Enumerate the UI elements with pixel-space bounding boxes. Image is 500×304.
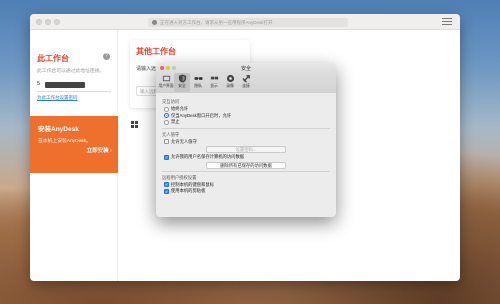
privacy-icon: [193, 77, 203, 80]
set-password-button[interactable]: 设置密码...: [206, 146, 286, 153]
security-icon: [178, 74, 186, 83]
tab-label: 用户界面: [158, 84, 174, 88]
help-icon[interactable]: ?: [103, 53, 110, 60]
desk-id: 5: [37, 81, 41, 87]
tab-connection[interactable]: 连接: [238, 73, 254, 92]
window-controls: [36, 19, 60, 25]
tab-display[interactable]: 显示: [206, 73, 222, 92]
tab-recording[interactable]: 录像: [222, 73, 238, 92]
tab-label: 隐私: [194, 84, 202, 88]
display-icon: [210, 76, 218, 80]
set-password-link[interactable]: 为此工作台设置密码: [37, 95, 78, 101]
grid-view-icon[interactable]: [131, 121, 138, 128]
clear-saved-data-button[interactable]: 删除所有已保存的访问数据: [206, 161, 286, 169]
security-settings-body: 交互访问 始终允许 仅当AnyDesk窗口开启时，允许 禁止 无人值守 允许无人…: [156, 93, 336, 198]
permission-clipboard[interactable]: ✓ 使用本机的剪贴板: [162, 188, 330, 195]
user-interface-icon: [162, 75, 170, 82]
option-label: 始终允许: [171, 106, 189, 112]
address-text: 正在进入对方工作台，请求从另一应用程序AnyDesk打开: [160, 19, 273, 25]
tab-label: 录像: [226, 84, 234, 88]
option-label: 允许我的用户名保存计算机的访问数据: [171, 154, 245, 160]
tab-label: 连接: [242, 84, 250, 88]
checkbox[interactable]: ✓: [164, 154, 169, 160]
install-promo: 安装AnyDesk 在本机上安装AnyDesk。 立即安装 ›: [30, 116, 118, 173]
other-desk-title: 其他工作台: [136, 47, 176, 56]
minimize-window-button[interactable]: [45, 19, 51, 25]
this-desk-panel: 此工作台 ? 此工作台可以通过此地址连接。 5 为此工作台设置密码 安装AnyD…: [30, 30, 118, 281]
tab-user-interface[interactable]: 用户界面: [158, 73, 174, 92]
close-window-button[interactable]: [36, 19, 42, 25]
security-settings-dialog: 安全 用户界面 安全 隐私 显示 录像 连接 交互访问 始终允许 仅当AnyDe…: [156, 63, 336, 217]
option-label: 禁止: [171, 119, 180, 125]
install-now-link[interactable]: 立即安装 ›: [87, 146, 112, 154]
browser-titlebar: 正在进入对方工作台，请求从另一应用程序AnyDesk打开: [30, 14, 460, 30]
promo-description: 在本机上安装AnyDesk。: [38, 139, 91, 144]
option-label: 控制本机的键盘和鼠标: [171, 181, 214, 187]
unattended-access-option[interactable]: 允许无人值守: [162, 139, 330, 146]
divider: [162, 127, 330, 129]
tab-label: 安全: [178, 84, 186, 88]
maximize-window-button[interactable]: [54, 19, 60, 25]
connection-icon: [241, 75, 250, 83]
dialog-titlebar: 安全: [156, 63, 336, 73]
permissions-heading: 远程用户授权设置: [162, 174, 197, 180]
tab-privacy[interactable]: 隐私: [190, 73, 206, 92]
dialog-title: 安全: [240, 66, 251, 72]
unattended-access-heading: 无人值守: [162, 131, 180, 137]
tab-label: 显示: [210, 84, 218, 88]
settings-tabs: 用户界面 安全 隐私 显示 录像 连接: [156, 73, 336, 93]
checkbox[interactable]: [164, 139, 169, 145]
interactive-access-heading: 交互访问: [162, 99, 180, 104]
tab-security[interactable]: 安全: [174, 73, 190, 92]
this-desk-title: 此工作台: [37, 54, 69, 63]
divider: [37, 91, 111, 92]
promo-title: 安装AnyDesk: [38, 126, 79, 133]
option-label: 仅当AnyDesk窗口开启时，允许: [171, 112, 232, 118]
remember-access-option[interactable]: ✓ 允许我的用户名保存计算机的访问数据: [162, 154, 330, 161]
recording-icon: [226, 74, 234, 83]
address-bar[interactable]: 正在进入对方工作台，请求从另一应用程序AnyDesk打开: [148, 18, 348, 27]
menu-icon[interactable]: [442, 17, 452, 26]
site-info-icon: [152, 20, 157, 25]
interactive-option-never[interactable]: 禁止: [162, 119, 330, 126]
this-desk-description: 此工作台可以通过此地址连接。: [37, 69, 105, 74]
other-desk-label: 请输入远: [136, 66, 157, 72]
checkbox[interactable]: ✓: [164, 188, 169, 194]
option-label: 允许无人值守: [171, 138, 197, 144]
desk-id-redacted: [45, 82, 85, 88]
radio-button[interactable]: [164, 119, 169, 125]
checkbox[interactable]: ✓: [164, 182, 169, 188]
divider: [162, 170, 330, 172]
radio-button[interactable]: [164, 113, 169, 119]
option-label: 使用本机的剪贴板: [171, 188, 206, 194]
radio-button[interactable]: [164, 106, 169, 112]
